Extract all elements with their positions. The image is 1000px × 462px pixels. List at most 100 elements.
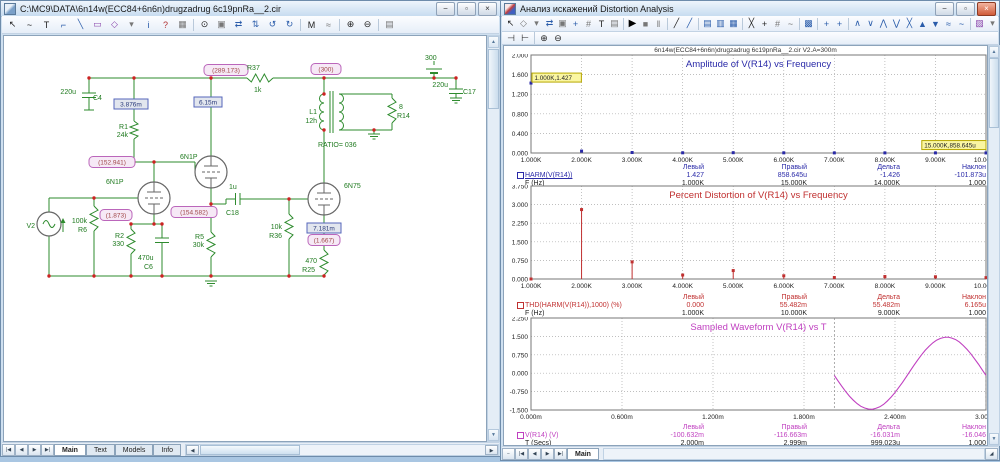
top-icon[interactable]: ▲ xyxy=(916,17,929,31)
polygon-icon[interactable]: ◇ xyxy=(106,18,123,32)
last-page-button[interactable]: ▶| xyxy=(554,448,567,460)
analysis-titlebar[interactable]: Анализ искажений Distortion Analysis − ▫… xyxy=(501,1,999,17)
image-icon[interactable]: ▩ xyxy=(802,17,815,31)
resistor-R2[interactable] xyxy=(127,229,135,254)
tube-6N1P-2[interactable] xyxy=(195,156,227,188)
dropdown2-icon[interactable]: ▾ xyxy=(986,17,999,31)
help-mode-icon[interactable]: ? xyxy=(157,18,174,32)
resistor-R25[interactable] xyxy=(320,250,328,275)
bottom-icon[interactable]: ▼ xyxy=(929,17,942,31)
scroll-up-icon[interactable]: ▲ xyxy=(488,36,499,48)
close-button[interactable]: × xyxy=(977,2,996,16)
component-icon[interactable]: ~ xyxy=(21,18,38,32)
scroll-down-icon[interactable]: ▼ xyxy=(989,433,999,445)
step-icon[interactable]: ⇄ xyxy=(230,18,247,32)
grid-text-icon[interactable]: # xyxy=(582,17,595,31)
vertical-scrollbar[interactable]: ▲ ▼ xyxy=(988,45,1000,446)
last-page-button[interactable]: ▶| xyxy=(41,444,54,456)
tab-main[interactable]: Main xyxy=(54,444,86,456)
high-icon[interactable]: ⋀ xyxy=(877,17,890,31)
tab-models[interactable]: Models xyxy=(115,444,154,456)
mirror-icon[interactable]: ⇅ xyxy=(247,18,264,32)
scale-icon[interactable]: ⇄ xyxy=(543,17,556,31)
legend-checkbox[interactable] xyxy=(517,172,524,179)
cursor-right-icon[interactable]: + xyxy=(833,17,846,31)
resistor-R1[interactable] xyxy=(130,121,138,139)
zoom-out-icon[interactable]: ⊖ xyxy=(359,18,376,32)
scroll-thumb[interactable] xyxy=(989,58,999,128)
dropdown-icon[interactable]: ▾ xyxy=(123,18,140,32)
vertical-scrollbar[interactable]: ▲ ▼ xyxy=(487,35,500,442)
capacitor-C17[interactable] xyxy=(449,89,463,94)
wave-icon[interactable]: ≈ xyxy=(942,17,955,31)
first-page-button[interactable]: |◀ xyxy=(515,448,528,460)
measure-icon[interactable]: + xyxy=(569,17,582,31)
prev-page-button[interactable]: ◀ xyxy=(15,444,28,456)
attributes-icon[interactable]: ▣ xyxy=(213,18,230,32)
peak-icon[interactable]: ∧ xyxy=(851,17,864,31)
next-page-button[interactable]: ▶ xyxy=(541,448,554,460)
restore-button[interactable]: ▫ xyxy=(956,2,975,16)
horizontal-scrollbar[interactable]: ◀ ▶ xyxy=(185,444,499,456)
pane2-icon[interactable]: ▥ xyxy=(714,17,727,31)
first-page-button[interactable]: |◀ xyxy=(2,444,15,456)
tab-info[interactable]: Info xyxy=(153,444,181,456)
next-right-icon[interactable]: ⊢ xyxy=(518,31,532,45)
schematic-titlebar[interactable]: C:\MC9\DATA\6n14w(ECC84+6n6n)drugzadrug … xyxy=(1,1,500,17)
rectangle-icon[interactable]: ▭ xyxy=(89,18,106,32)
select-icon[interactable]: ↖ xyxy=(4,18,21,32)
scroll-right-icon[interactable]: ▶ xyxy=(485,445,498,455)
cursor-left-icon[interactable]: + xyxy=(820,17,833,31)
pan-icon[interactable]: ▤ xyxy=(381,18,398,32)
scroll-down-icon[interactable]: ▼ xyxy=(488,429,499,441)
crosshair-icon[interactable]: + xyxy=(758,17,771,31)
text-icon[interactable]: T xyxy=(38,18,55,32)
legend-checkbox[interactable] xyxy=(517,432,524,439)
scroll-thumb[interactable] xyxy=(488,49,499,109)
close-button[interactable]: × xyxy=(478,2,497,16)
gibbs-icon[interactable]: ~ xyxy=(955,17,968,31)
prev-page-button[interactable]: ◀ xyxy=(528,448,541,460)
zoom-out-icon[interactable]: ⊖ xyxy=(551,31,565,45)
legend-label[interactable]: V(R14) (V) xyxy=(525,432,558,439)
stop-icon[interactable]: ■ xyxy=(639,17,652,31)
restore-button[interactable]: ▫ xyxy=(457,2,476,16)
plots-area[interactable]: 6n14w(ECC84+6n6n)drugzadrug 6c19pnRa__2.… xyxy=(503,45,988,446)
cursor-icon[interactable]: ╳ xyxy=(745,17,758,31)
tube-6N1P-1[interactable] xyxy=(138,182,170,214)
schematic-canvas[interactable]: (289.173) (300) (152.941) (1.873) (154.5… xyxy=(3,35,487,442)
pane3-icon[interactable]: ▦ xyxy=(727,17,740,31)
tab-text[interactable]: Text xyxy=(86,444,115,456)
repeat-icon[interactable]: ≈ xyxy=(320,18,337,32)
next-page-button[interactable]: ▶ xyxy=(28,444,41,456)
select-icon[interactable]: ↖ xyxy=(504,17,517,31)
resize-corner[interactable]: ◢ xyxy=(985,448,998,460)
line-thick-icon[interactable]: ╱ xyxy=(683,17,696,31)
line-thin-icon[interactable]: ╱ xyxy=(670,17,683,31)
run-icon[interactable]: ▶ xyxy=(626,17,639,31)
next-left-icon[interactable]: ⊣ xyxy=(504,31,518,45)
zoom-in-icon[interactable]: ⊕ xyxy=(537,31,551,45)
minimize-button[interactable]: − xyxy=(436,2,455,16)
diagonal-wire-icon[interactable]: ╲ xyxy=(72,18,89,32)
resistor-R6[interactable] xyxy=(90,206,98,231)
resistor-R36[interactable] xyxy=(285,214,293,239)
minimize-button[interactable]: − xyxy=(935,2,954,16)
picture-icon[interactable]: ▦ xyxy=(174,18,191,32)
tag-icon[interactable]: ▣ xyxy=(556,17,569,31)
find-icon[interactable]: M xyxy=(303,18,320,32)
dropdown-icon[interactable]: ▾ xyxy=(530,17,543,31)
legend-label[interactable]: THD(HARM(V(R14)),1000) (%) xyxy=(525,302,622,309)
transformer-secondary[interactable] xyxy=(339,94,344,130)
wire-icon[interactable]: ⌐ xyxy=(55,18,72,32)
minus-button[interactable]: − xyxy=(502,448,515,460)
probe-icon[interactable]: ⊙ xyxy=(196,18,213,32)
resistor-R5[interactable] xyxy=(207,232,215,257)
rotate-icon[interactable]: ↺ xyxy=(264,18,281,32)
inductor-L1-primary[interactable] xyxy=(320,94,325,130)
color-icon[interactable]: ▨ xyxy=(973,17,986,31)
pane1-icon[interactable]: ▤ xyxy=(701,17,714,31)
pause-icon[interactable]: ‖ xyxy=(652,17,665,31)
scroll-up-icon[interactable]: ▲ xyxy=(989,46,999,58)
legend-checkbox[interactable] xyxy=(517,302,524,309)
